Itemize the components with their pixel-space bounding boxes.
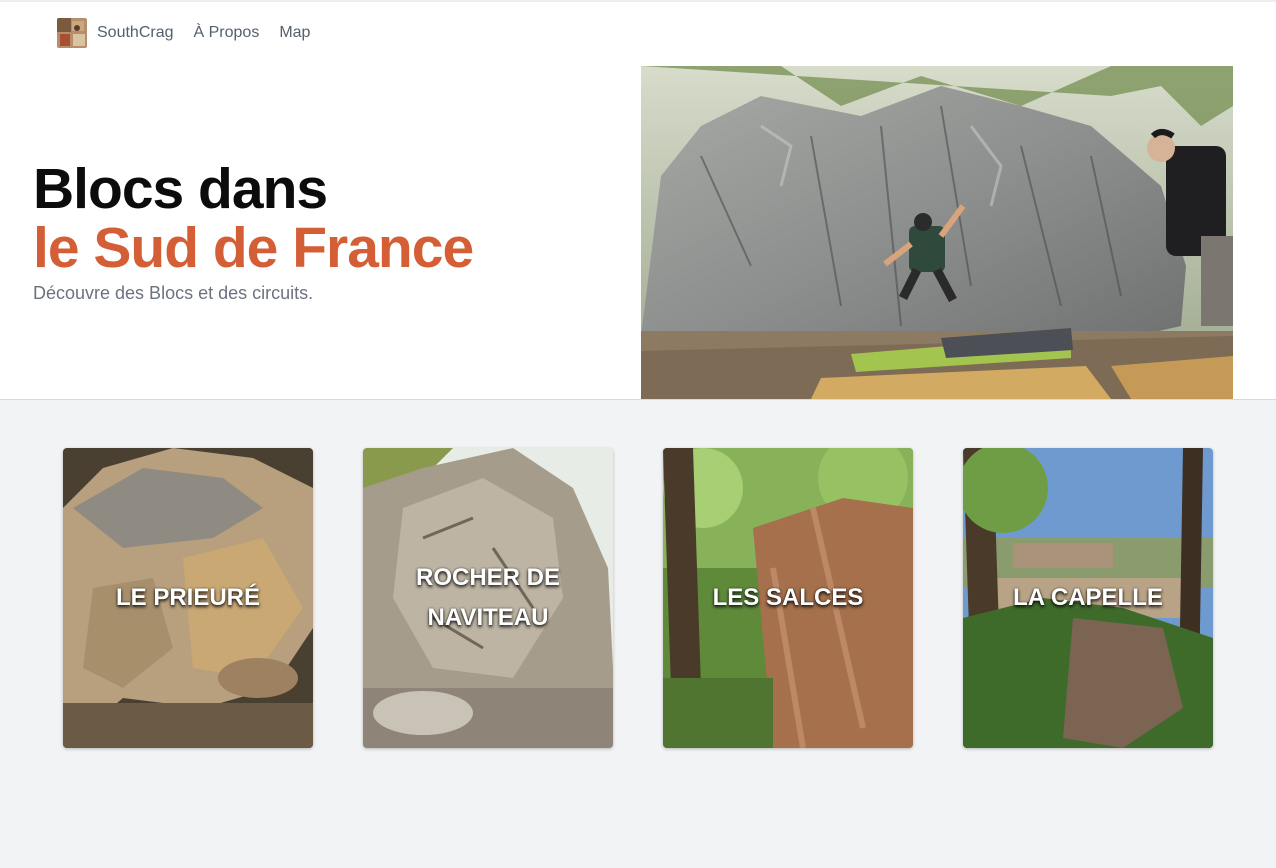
crags-section: LE PRIEURÉ ROCHER DE NAVITEAU LES SALCES xyxy=(0,399,1276,868)
hero-title: Blocs dans le Sud de France xyxy=(33,157,474,280)
hero-title-line2: le Sud de France xyxy=(33,216,474,280)
card-la-capelle[interactable]: LA CAPELLE xyxy=(963,448,1213,748)
nav-link-map[interactable]: Map xyxy=(279,24,310,42)
hero-subtitle: Découvre des Blocs et des circuits. xyxy=(33,283,314,303)
card-label: LE PRIEURÉ xyxy=(115,584,261,611)
card-le-prieure[interactable]: LE PRIEURÉ xyxy=(63,448,313,748)
card-les-salces[interactable]: LES SALCES xyxy=(663,448,913,748)
card-rocher-de-naviteau[interactable]: ROCHER DE NAVITEAU xyxy=(363,448,613,748)
brand-link[interactable]: SouthCrag xyxy=(97,24,174,42)
card-label: LES SALCES xyxy=(712,584,864,611)
hero-photo xyxy=(641,66,1233,399)
hero-title-line1: Blocs dans xyxy=(33,157,328,221)
card-label: LA CAPELLE xyxy=(1013,584,1163,611)
brand-logo[interactable] xyxy=(57,18,87,48)
card-label: ROCHER DE NAVITEAU xyxy=(415,564,560,631)
top-border xyxy=(0,0,1276,2)
navbar: SouthCrag À Propos Map xyxy=(57,18,330,48)
nav-link-a-propos[interactable]: À Propos xyxy=(194,24,260,42)
